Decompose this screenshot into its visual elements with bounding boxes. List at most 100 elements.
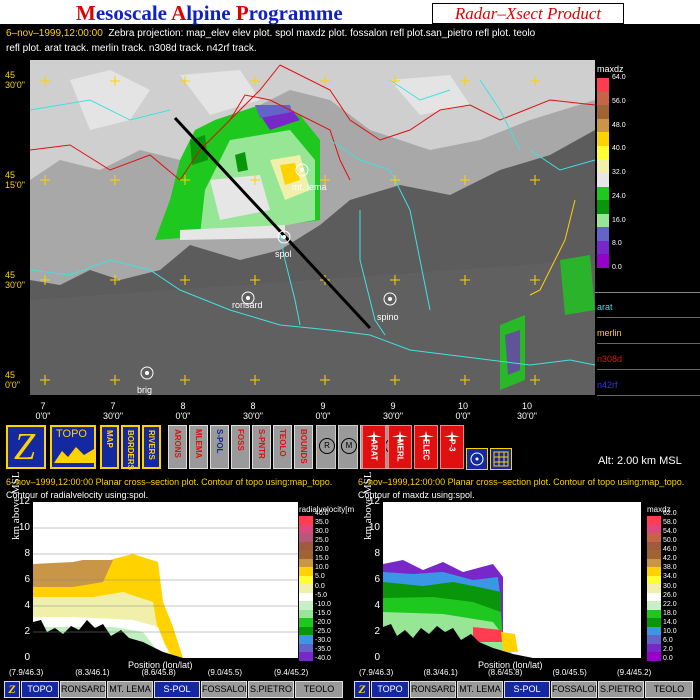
bottom-bar-button[interactable]: S-POL [504,681,550,698]
radar-toggle-button[interactable]: S-POL [210,425,229,469]
map-colorbar-title: maxdz [597,64,624,74]
right-xsect-canvas [383,502,641,658]
radar-site-icon: R [319,438,335,454]
right-panel-title: 6–nov–1999,12:00:00 Planar cross–section… [358,477,685,487]
radar-site-button[interactable]: R [316,425,336,469]
aircraft-track-button[interactable]: P-3 [440,425,464,469]
colorbar-tick-label: 54.0 [663,528,677,536]
colorbar-tick-label: 0.0 [612,264,622,271]
airplane-icon [418,428,434,441]
colorbar-tick-label: 24.0 [612,192,626,200]
target-icon[interactable] [466,448,488,470]
track-legend-item[interactable]: arat [597,297,700,318]
bottom-bar-button[interactable]: FOSSALON [551,681,597,698]
bottom-bar-button[interactable]: S-POL [154,681,200,698]
lon-label: 10 30'0" [517,401,537,421]
aircraft-track-button[interactable]: ARAT [362,425,386,469]
y-tick-label: 8 [374,548,380,559]
y-tick-label: 0 [24,652,30,663]
radar-toggle-button[interactable]: ARONS [168,425,187,469]
topo-button[interactable]: TOPO [50,425,96,469]
colorbar-tick-label: -5.0 [315,591,328,599]
x-tick-label: (8.6/45.8) [141,668,176,677]
bottom-bar-button[interactable]: MT. LEMA [107,681,153,698]
bottom-bar-button[interactable]: RONSARD [410,681,456,698]
colorbar-tick-label: 14.0 [663,618,677,626]
lon-label: 9 0'0" [315,401,331,421]
colorbar-tick-label: 30.0 [315,528,329,536]
bottom-bar-button[interactable]: Z [354,681,370,698]
colorbar-tick-label: 42.0 [663,555,677,563]
bottom-bar-button[interactable]: RONSARD [60,681,106,698]
map-toggle-button[interactable]: RIVERS [142,425,161,469]
bottom-bar-button[interactable]: TEOLO [645,681,693,698]
colorbar-tick-label: 56.0 [612,97,626,105]
radar-toggle-button[interactable]: S-PNTR [252,425,271,469]
aircraft-track-button[interactable]: MERL [388,425,412,469]
left-xsect-plot[interactable] [33,502,298,658]
lon-label: 8 0'0" [175,401,191,421]
grid-icon[interactable] [490,448,512,470]
colorbar-tick-label: -35.0 [315,645,331,653]
map-canvas [30,60,595,395]
colorbar-tick-label: 64.0 [612,74,626,81]
site-label-spino: spino [377,312,399,322]
track-legend-item[interactable]: merlin [597,323,700,344]
colorbar-tick-label: -15.0 [315,609,331,617]
colorbar-tick-label: 5.0 [315,573,325,581]
y-tick-label: 0 [374,652,380,663]
track-legend-item[interactable]: n42rf [597,375,700,396]
colorbar-tick-label: 40.0 [612,145,626,153]
y-tick-label: 8 [24,548,30,559]
bottom-bar-button[interactable]: TOPO [21,681,59,698]
colorbar-swatch [597,132,609,147]
x-tick-label: (8.3/46.1) [423,668,458,677]
lon-label: 7 0'0" [35,401,51,421]
header-line-2: refl plot. arat track. merlin track. n30… [6,43,257,54]
colorbar-tick-label: 40.0 [315,510,329,517]
x-tick-label: (7.9/46.3) [9,668,44,677]
site-label-brig: brig [137,385,153,395]
header-line-1: 6–nov–1999,12:00:00 Zebra projection: ma… [6,28,535,39]
colorbar-tick-label: 26.0 [663,591,677,599]
colorbar-tick-label: 10.0 [315,564,329,572]
radar-toggle-button[interactable]: TEOLO [273,425,292,469]
x-tick-label: (8.6/45.8) [488,668,523,677]
radar-toggle-label: FOSS [236,429,245,451]
bottom-bar-button[interactable]: S.PIETRO [248,681,294,698]
radar-toggle-button[interactable]: BOUNDS [294,425,313,469]
left-xsect-canvas [33,502,298,658]
y-tick-label: 10 [368,522,380,533]
left-colorbar-ticks: 40.0 35.0 30.0 25.0 20.0 15.0 10.0 5.0 0.0 -5.0 -1… [315,510,345,662]
lon-label: 9 30'0" [383,401,403,421]
bottom-bar-button[interactable]: S.PIETRO [598,681,644,698]
aircraft-track-button[interactable]: ELEC [414,425,438,469]
radar-toggle-label: S-PNTR [257,429,266,459]
bottom-bar-button[interactable]: Z [4,681,20,698]
radar-site-button[interactable]: M [338,425,358,469]
colorbar-swatch [597,186,609,201]
lon-label: 10 0'0" [455,401,471,421]
map-toggle-button[interactable]: MAP [100,425,119,469]
y-tick-label: 4 [374,600,380,611]
right-xsect-plot[interactable] [383,502,641,658]
aircraft-track-label: P-3 [447,439,457,452]
radar-map[interactable]: mt. lema spol ronsard spino brig [30,60,595,395]
colorbar-tick-label: 46.0 [663,546,677,554]
radar-toggle-button[interactable]: MLEMA [189,425,208,469]
right-colorbar-ticks: 62.0 58.0 54.0 50.0 46.0 42.0 38.0 34.0 30.0 26.0… [663,510,693,662]
colorbar-tick-label: 0.0 [663,655,673,662]
bottom-bar-button[interactable]: TEOLO [295,681,343,698]
bottom-bar-button[interactable]: TOPO [371,681,409,698]
colorbar-tick-label: 32.0 [612,169,626,176]
map-toggle-button[interactable]: BORDERS [121,425,140,471]
colorbar-swatch [597,227,609,242]
radar-toggle-button[interactable]: FOSS [231,425,250,469]
bottom-bar-button[interactable]: MT. LEMA [457,681,503,698]
zebra-logo-button[interactable]: Z [6,425,46,469]
colorbar-tick-label: 8.0 [612,240,622,248]
track-legend-item[interactable]: n308d [597,349,700,370]
colorbar-tick-label: 35.0 [315,519,329,527]
map-toggle-label: BORDERS [126,430,135,471]
bottom-bar-button[interactable]: FOSSALON [201,681,247,698]
